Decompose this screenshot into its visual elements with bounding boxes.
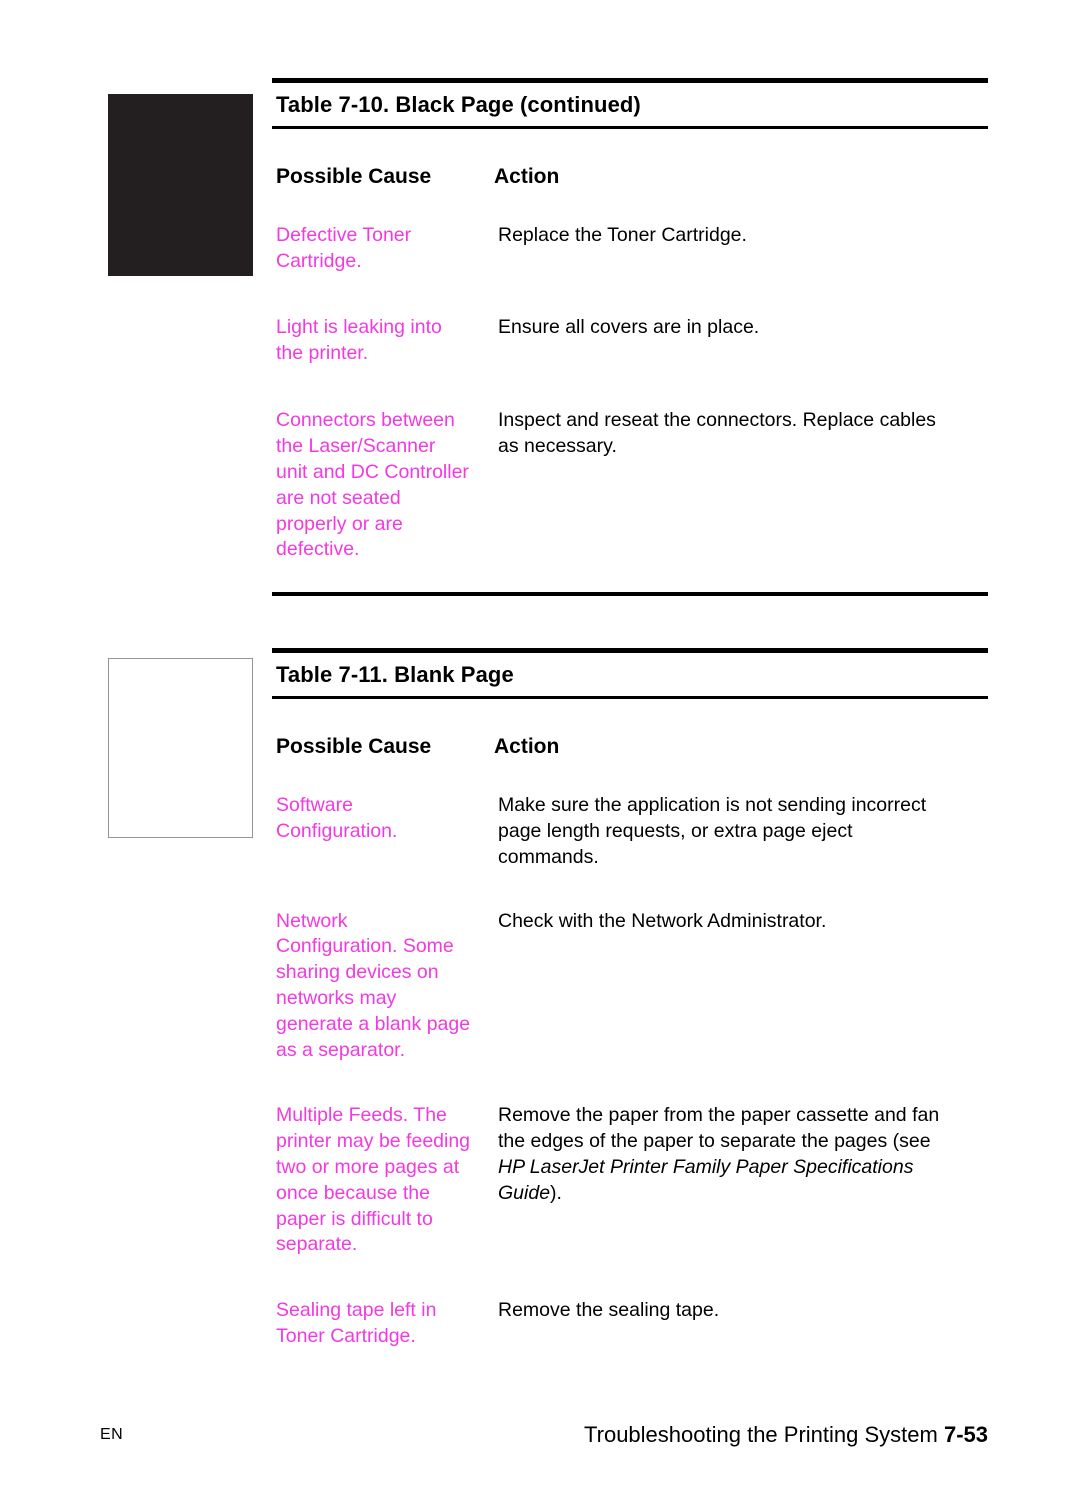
column-headers: Possible Cause Action [272,129,988,223]
table-row: Light is leaking into the printer. Ensur… [272,315,988,409]
action-cell: Make sure the application is not sending… [498,794,927,868]
table-caption: Table 7-11. Blank Page [276,662,514,687]
column-header-cause-cell: Possible Cause [272,165,494,189]
column-header-action: Action [494,165,560,189]
table-caption: Table 7-10. Black Page (continued) [276,92,641,117]
table-blank-page: Table 7-11. Blank Page Possible Cause Ac… [272,648,988,1350]
document-page: Table 7-10. Black Page (continued) Possi… [0,0,1080,1495]
footer-title-block: Troubleshooting the Printing System 7-53 [584,1422,988,1448]
column-header-cause: Possible Cause [276,165,432,189]
black-page-illustration [108,94,253,276]
footer-page-number: 7-53 [943,1422,988,1447]
action-cell: Remove the sealing tape. [498,1299,720,1322]
action-cell: Inspect and reseat the connectors. Repla… [498,409,936,458]
action-cell: Ensure all covers are in place. [498,315,760,338]
cause-cell: Connectors between the Laser/Scanner uni… [276,409,469,561]
column-header-cause: Possible Cause [276,735,432,759]
table-row: Sealing tape left in Toner Cartridge. Re… [272,1298,988,1350]
column-headers: Possible Cause Action [272,699,988,793]
blank-page-illustration [108,658,253,838]
column-header-cause-cell: Possible Cause [272,735,494,759]
table-row: Defective Toner Cartridge. Replace the T… [272,223,988,315]
table-row: Network Configuration. Some sharing devi… [272,909,988,1104]
cause-cell: Multiple Feeds. The printer may be feedi… [276,1104,471,1256]
footer-language: EN [100,1426,124,1443]
column-header-action-cell: Action [494,165,988,189]
action-cell: Replace the Toner Cartridge. [498,224,747,247]
action-text-trail: ). [550,1181,562,1204]
table-bottom-rule [272,592,988,596]
table-row: Connectors between the Laser/Scanner uni… [272,408,988,563]
page-footer: EN Troubleshooting the Printing System 7… [0,1422,1080,1462]
cause-cell: Defective Toner Cartridge. [276,224,412,273]
cause-cell: Light is leaking into the printer. [276,315,442,364]
table-row: Multiple Feeds. The printer may be feedi… [272,1103,988,1298]
action-cell: Check with the Network Administrator. [498,909,827,932]
column-header-action-cell: Action [494,735,988,759]
footer-title: Troubleshooting the Printing System [584,1422,944,1447]
cause-cell: Software Configuration. [276,794,398,843]
action-cell: Remove the paper from the paper cassette… [494,1103,988,1206]
table-black-page: Table 7-10. Black Page (continued) Possi… [272,78,988,563]
cause-cell: Sealing tape left in Toner Cartridge. [276,1299,437,1348]
cause-cell: Network Configuration. Some sharing devi… [276,909,471,1061]
table-row: Software Configuration. Make sure the ap… [272,793,988,908]
column-header-action: Action [494,735,560,759]
action-text-lead: Remove the paper from the paper cassette… [498,1104,940,1153]
